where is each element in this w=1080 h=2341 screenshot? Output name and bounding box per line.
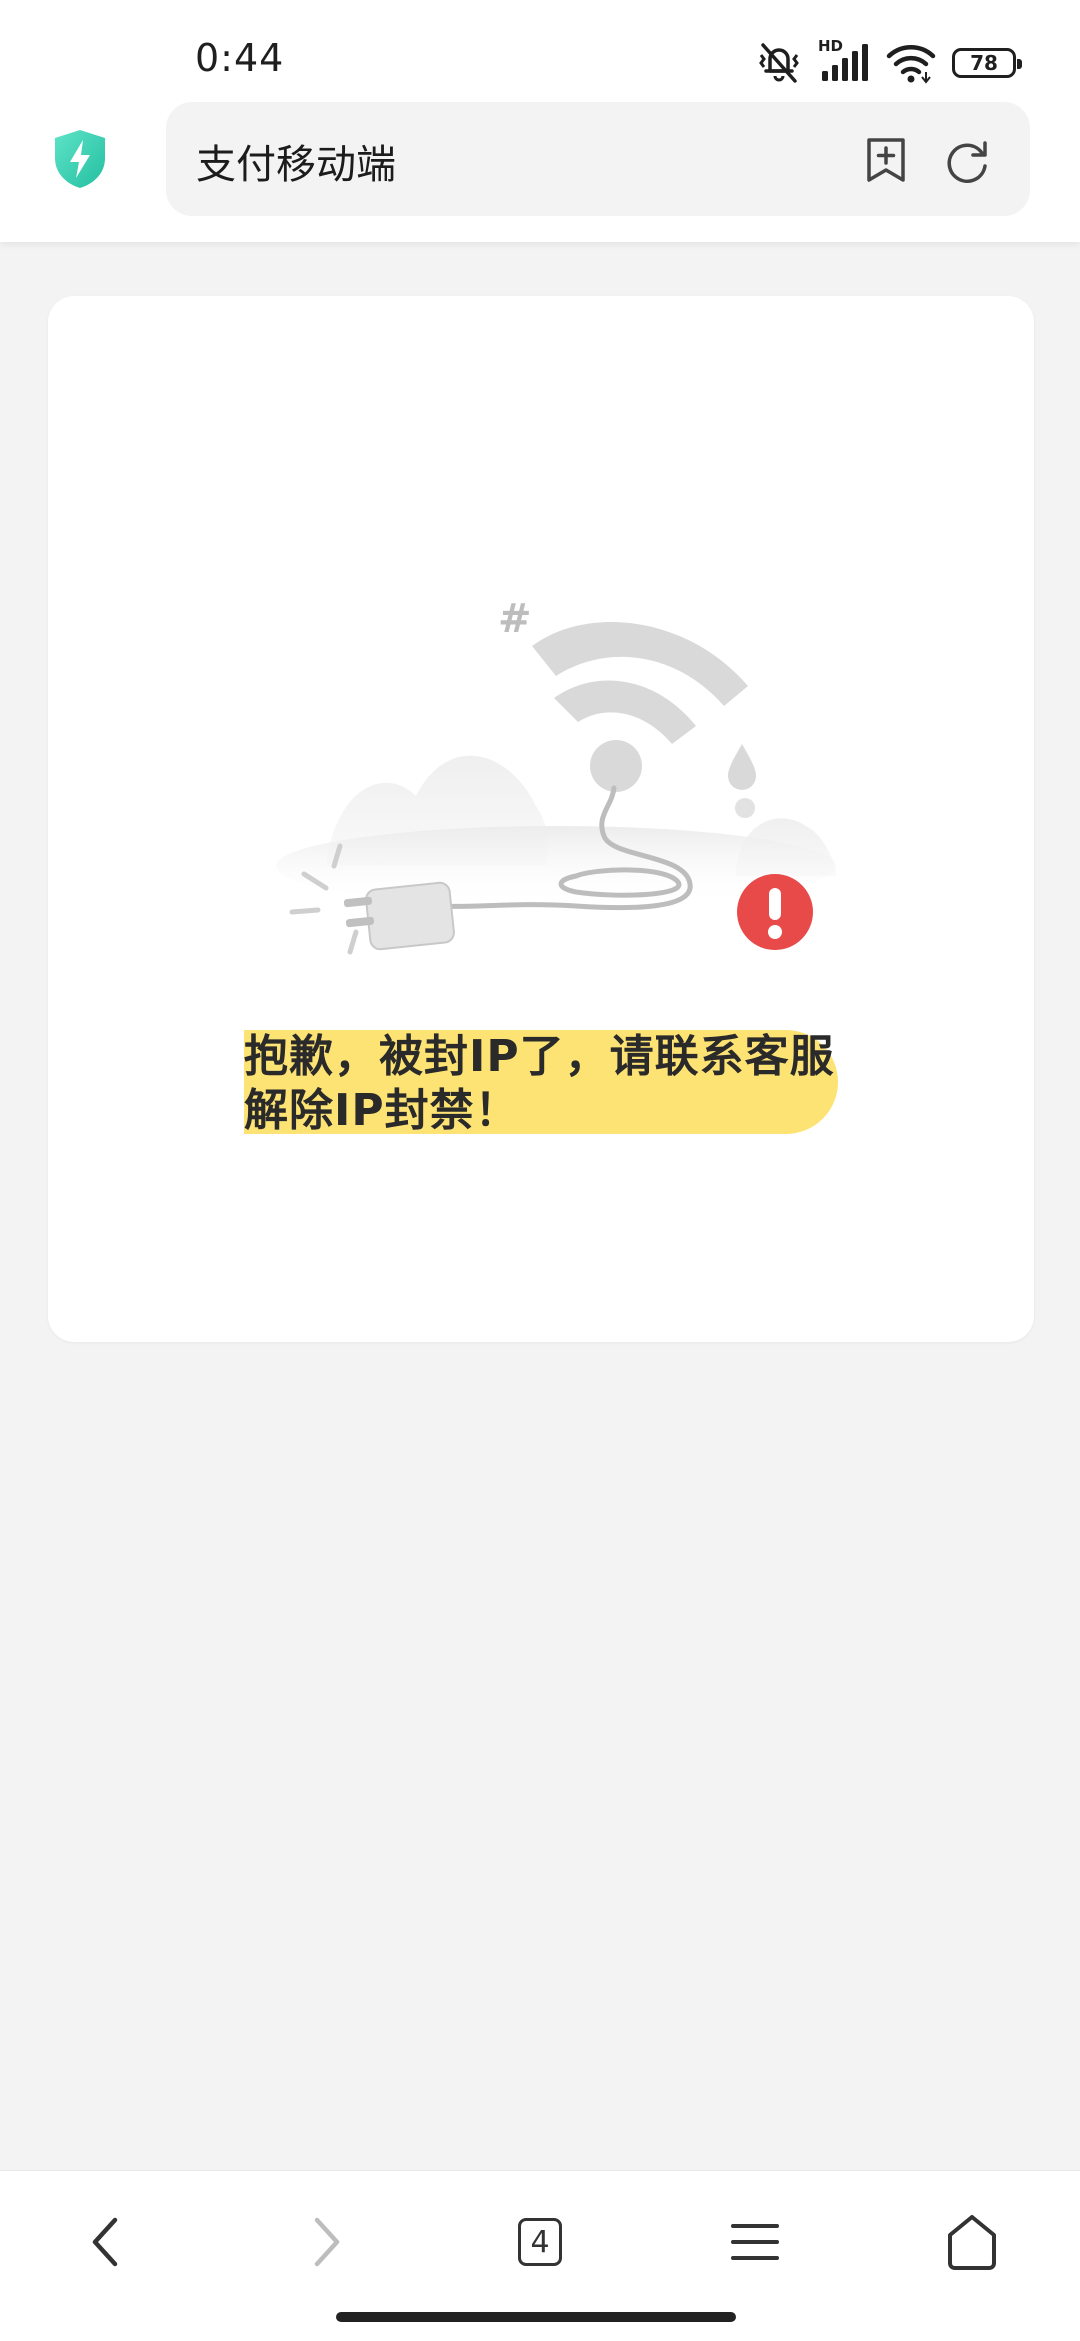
- address-bar[interactable]: 支付移动端: [166, 102, 1030, 216]
- tabs-button[interactable]: 4: [505, 2207, 575, 2277]
- back-icon: [92, 2217, 118, 2267]
- battery-level: 78: [970, 51, 998, 75]
- shield-lightning-icon[interactable]: [52, 128, 108, 190]
- forward-icon: [314, 2217, 340, 2267]
- tabs-icon: 4: [518, 2218, 562, 2266]
- refresh-icon[interactable]: [944, 138, 990, 184]
- tab-count: 4: [530, 2224, 550, 2260]
- error-message-block: 抱歉，被封IP了，请联系客服解除IP封禁！: [244, 1030, 838, 1138]
- top-bar: 0:44 HD 78 支付移动端: [0, 0, 1080, 242]
- home-indicator[interactable]: [336, 2312, 736, 2322]
- wifi-icon: [886, 45, 936, 84]
- mute-icon: [759, 43, 799, 83]
- home-icon: [948, 2215, 996, 2270]
- home-button[interactable]: [937, 2207, 1007, 2277]
- error-card: # 抱歉，被封IP了，请联系客服解除IP封禁！: [48, 296, 1034, 1342]
- disconnected-wifi-illustration: #: [276, 596, 836, 955]
- bookmark-add-icon[interactable]: [864, 136, 908, 184]
- signal-icon: HD: [818, 37, 870, 85]
- back-button[interactable]: [70, 2207, 140, 2277]
- status-icons: HD 78: [756, 37, 1022, 88]
- battery-icon: 78: [952, 48, 1022, 78]
- forward-button[interactable]: [292, 2207, 362, 2277]
- status-time: 0:44: [195, 36, 285, 80]
- error-message: 抱歉，被封IP了，请联系客服解除IP封禁！: [244, 1031, 835, 1136]
- menu-button[interactable]: [720, 2207, 790, 2277]
- page-title[interactable]: 支付移动端: [196, 132, 396, 190]
- menu-icon: [731, 2224, 779, 2260]
- hash-symbol: #: [498, 596, 532, 642]
